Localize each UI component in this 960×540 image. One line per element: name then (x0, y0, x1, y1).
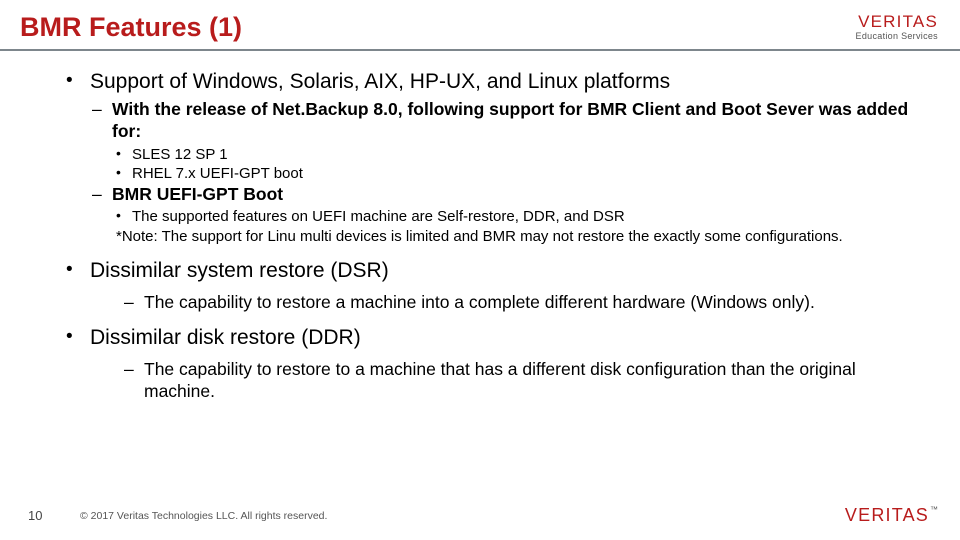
slide-title: BMR Features (1) (20, 12, 242, 43)
sub-netbackup: With the release of Net.Backup 8.0, foll… (90, 98, 926, 183)
list-item: SLES 12 SP 1 (112, 145, 926, 164)
brand-top: VERITAS Education Services (856, 12, 938, 41)
content: Support of Windows, Solaris, AIX, HP-UX,… (0, 69, 960, 403)
sub-ddr-desc: The capability to restore to a machine t… (122, 358, 926, 403)
bullet-dsr: Dissimilar system restore (DSR) The capa… (60, 258, 926, 313)
sub-dsr-desc: The capability to restore a machine into… (122, 291, 926, 313)
note-text: *Note: The support for Linu multi device… (112, 227, 926, 246)
list-item: The supported features on UEFI machine a… (112, 207, 926, 226)
trademark-icon: ™ (930, 505, 938, 514)
bullet-text: Support of Windows, Solaris, AIX, HP-UX,… (90, 70, 670, 93)
page-number: 10 (28, 508, 80, 523)
copyright: © 2017 Veritas Technologies LLC. All rig… (80, 510, 845, 522)
brand-bottom-wrap: VERITAS™ (845, 505, 938, 526)
bullet-text: Dissimilar disk restore (DDR) (90, 326, 361, 349)
bullet-text: Dissimilar system restore (DSR) (90, 259, 389, 282)
sub-text: BMR UEFI-GPT Boot (112, 184, 283, 204)
bullet-platforms: Support of Windows, Solaris, AIX, HP-UX,… (60, 69, 926, 246)
brand-subtitle: Education Services (856, 31, 938, 41)
bullet-ddr: Dissimilar disk restore (DDR) The capabi… (60, 325, 926, 403)
veritas-logo: VERITAS (845, 505, 929, 525)
veritas-logo: VERITAS (856, 12, 938, 32)
header: BMR Features (1) VERITAS Education Servi… (0, 0, 960, 49)
sub-uefi-gpt: BMR UEFI-GPT Boot The supported features… (90, 183, 926, 246)
sub-text: With the release of Net.Backup 8.0, foll… (112, 99, 908, 141)
slide: BMR Features (1) VERITAS Education Servi… (0, 0, 960, 540)
footer: 10 © 2017 Veritas Technologies LLC. All … (0, 505, 960, 526)
header-rule (0, 49, 960, 51)
list-item: RHEL 7.x UEFI-GPT boot (112, 164, 926, 183)
